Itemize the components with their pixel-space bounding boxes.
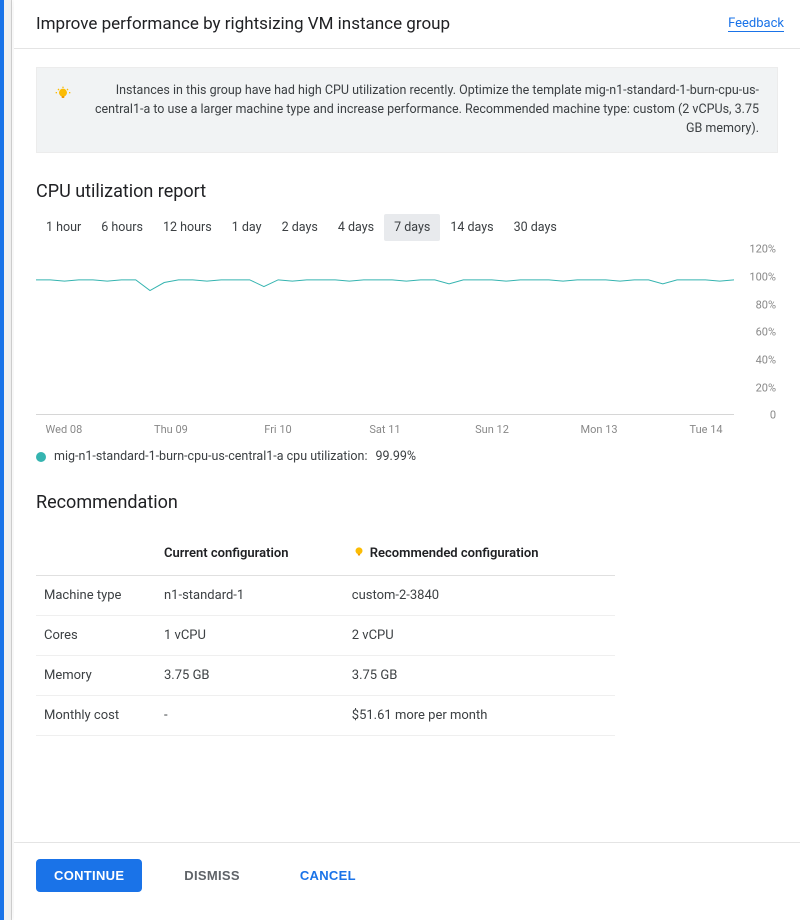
table-header-current: Current configuration [156, 533, 344, 576]
row-label: Cores [36, 616, 156, 656]
lightbulb-icon [55, 82, 71, 102]
time-range-row: 1 hour6 hours12 hours1 day2 days4 days7 … [36, 214, 778, 241]
x-axis-tick: Wed 08 [46, 423, 83, 436]
row-recommended: $51.61 more per month [344, 696, 615, 736]
time-range-option[interactable]: 6 hours [91, 214, 153, 241]
time-range-option[interactable]: 1 hour [36, 214, 91, 241]
chart-y-axis: 020%40%60%80%100%120% [738, 249, 778, 415]
y-axis-tick: 100% [749, 270, 776, 283]
y-axis-tick: 0 [770, 409, 776, 422]
x-axis-tick: Fri 10 [264, 423, 291, 436]
time-range-option[interactable]: 14 days [440, 214, 503, 241]
time-range-option[interactable]: 30 days [504, 214, 567, 241]
legend-series-label: mig-n1-standard-1-burn-cpu-us-central1-a… [54, 449, 367, 464]
action-bar: CONTINUE DISMISS CANCEL [14, 842, 800, 920]
recommendation-panel: Improve performance by rightsizing VM in… [14, 0, 800, 920]
legend-color-swatch [36, 452, 46, 462]
row-label: Memory [36, 656, 156, 696]
table-header-empty [36, 533, 156, 576]
background-sidebar [0, 0, 12, 920]
x-axis-tick: Tue 14 [690, 423, 723, 436]
dismiss-button[interactable]: DISMISS [166, 859, 258, 892]
y-axis-tick: 120% [749, 243, 776, 256]
row-recommended: 2 vCPU [344, 616, 615, 656]
row-current: n1-standard-1 [156, 576, 344, 616]
continue-button[interactable]: CONTINUE [36, 859, 142, 892]
time-range-option[interactable]: 12 hours [153, 214, 222, 241]
cancel-button[interactable]: CANCEL [282, 859, 374, 892]
row-label: Machine type [36, 576, 156, 616]
table-header-recommended-label: Recommended configuration [370, 546, 539, 561]
y-axis-tick: 80% [756, 298, 776, 311]
chart-x-axis: Wed 08 Thu 09 Fri 10 Sat 11 Sun 12 Mon 13 Tue … [36, 419, 734, 439]
lightbulb-icon [352, 545, 366, 559]
time-range-option[interactable]: 4 days [328, 214, 384, 241]
recommendation-table: Current configuration Recommended config… [36, 533, 615, 736]
recommendation-table-body: Machine typen1-standard-1custom-2-3840Co… [36, 576, 615, 736]
table-row: Machine typen1-standard-1custom-2-3840 [36, 576, 615, 616]
page-title: Improve performance by rightsizing VM in… [36, 14, 450, 34]
time-range-option[interactable]: 1 day [222, 214, 272, 241]
x-axis-tick: Sat 11 [369, 423, 400, 436]
y-axis-tick: 60% [756, 326, 776, 339]
cpu-utilization-chart: 020%40%60%80%100%120% Wed 08Thu 09Fri 10… [36, 249, 778, 439]
x-axis-tick: Sun 12 [475, 423, 509, 436]
panel-body: Instances in this group have had high CP… [14, 49, 800, 842]
chart-plot-area [36, 253, 734, 415]
row-current: 3.75 GB [156, 656, 344, 696]
chart-legend: mig-n1-standard-1-burn-cpu-us-central1-a… [36, 449, 778, 464]
row-current: - [156, 696, 344, 736]
legend-series-value: 99.99% [375, 449, 416, 464]
row-label: Monthly cost [36, 696, 156, 736]
chart-series-line [36, 253, 734, 414]
notice-text: Instances in this group have had high CP… [87, 82, 759, 138]
y-axis-tick: 40% [756, 353, 776, 366]
x-axis-tick: Thu 09 [154, 423, 188, 436]
report-title: CPU utilization report [36, 181, 778, 202]
table-header-recommended: Recommended configuration [344, 533, 615, 576]
table-row: Cores1 vCPU2 vCPU [36, 616, 615, 656]
time-range-option[interactable]: 2 days [272, 214, 328, 241]
recommendation-notice: Instances in this group have had high CP… [36, 67, 778, 153]
row-recommended: 3.75 GB [344, 656, 615, 696]
panel-header: Improve performance by rightsizing VM in… [14, 0, 800, 49]
x-axis-tick: Mon 13 [581, 423, 618, 436]
row-current: 1 vCPU [156, 616, 344, 656]
table-row: Monthly cost-$51.61 more per month [36, 696, 615, 736]
row-recommended: custom-2-3840 [344, 576, 615, 616]
feedback-link[interactable]: Feedback [728, 16, 784, 32]
time-range-option[interactable]: 7 days [384, 214, 440, 241]
recommendation-title: Recommendation [36, 492, 778, 513]
y-axis-tick: 20% [756, 381, 776, 394]
table-row: Memory3.75 GB3.75 GB [36, 656, 615, 696]
